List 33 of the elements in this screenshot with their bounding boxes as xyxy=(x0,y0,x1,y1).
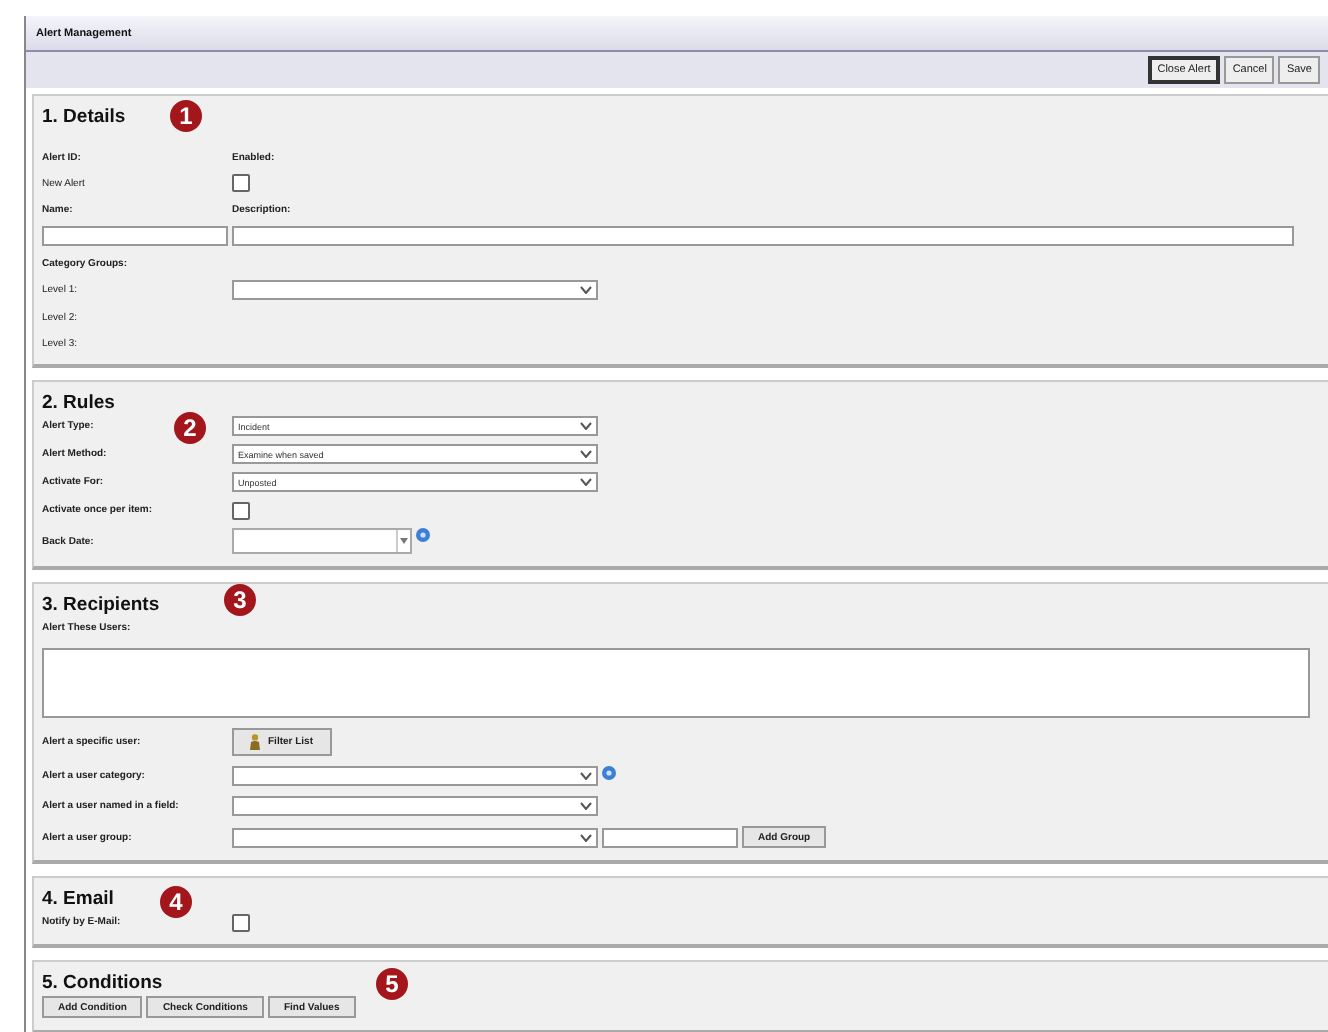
chevron-down-icon xyxy=(580,772,592,780)
chevron-down-icon xyxy=(580,422,592,430)
input-field[interactable] xyxy=(42,226,228,246)
input-field[interactable] xyxy=(602,827,738,847)
section-heading: 5. Conditions xyxy=(42,970,163,996)
section-heading: 4. Email xyxy=(42,886,114,912)
dropdown[interactable] xyxy=(232,766,598,786)
dropdown[interactable] xyxy=(232,796,598,816)
chevron-down-icon xyxy=(580,833,592,841)
step-badge: 2 xyxy=(174,412,206,444)
person-icon xyxy=(250,734,260,750)
section-heading: 2. Rules xyxy=(42,390,115,416)
section-heading: 3. Recipients xyxy=(42,592,160,618)
step-badge: 5 xyxy=(376,968,408,1000)
help-icon xyxy=(416,528,430,542)
dropdown[interactable] xyxy=(232,280,598,300)
chevron-down-icon xyxy=(580,286,592,294)
input-field[interactable] xyxy=(232,226,1294,246)
chevron-down-icon xyxy=(580,478,592,486)
caret-down-icon xyxy=(400,538,408,544)
checkbox[interactable] xyxy=(232,501,250,519)
checkbox[interactable] xyxy=(232,913,250,931)
checkbox[interactable] xyxy=(232,174,250,192)
help-icon xyxy=(602,766,616,780)
chevron-down-icon xyxy=(580,802,592,810)
date-field[interactable] xyxy=(232,528,412,554)
chevron-down-icon xyxy=(580,450,592,458)
text-area[interactable] xyxy=(42,648,1310,718)
step-badge: 4 xyxy=(160,886,192,918)
section-heading: 1. Details xyxy=(42,104,126,130)
dropdown[interactable] xyxy=(232,827,598,847)
step-badge: 3 xyxy=(224,584,256,616)
step-badge: 1 xyxy=(170,100,202,132)
